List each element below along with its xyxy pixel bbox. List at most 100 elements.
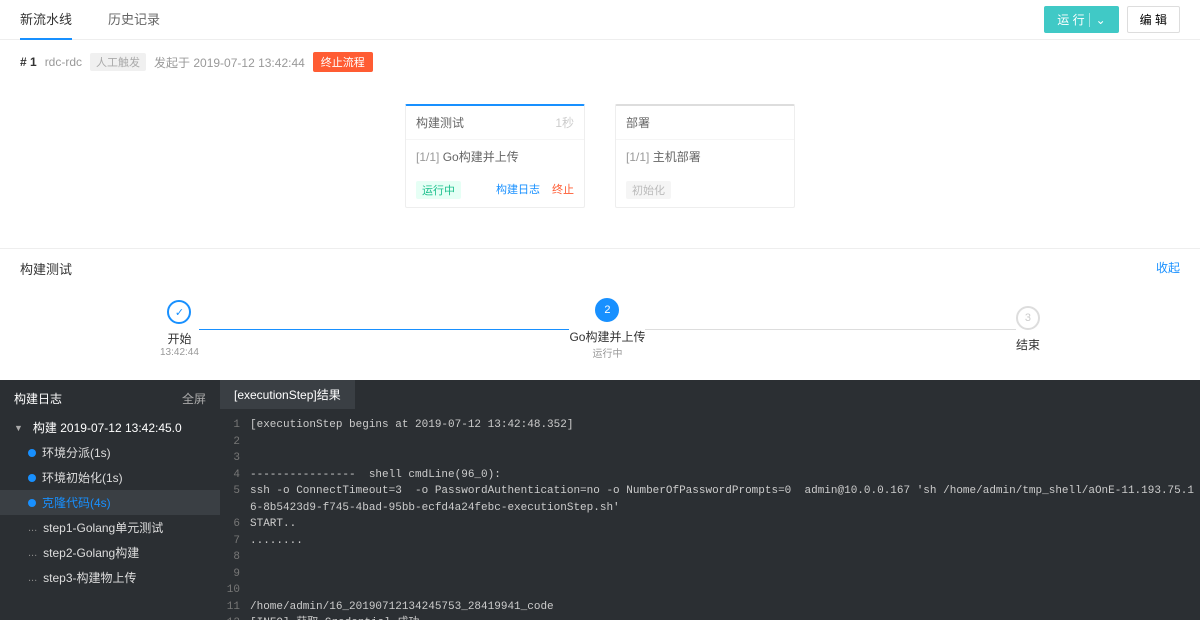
stage-row: 构建测试 1秒 [1/1] Go构建并上传 运行中 构建日志 终止 部署 [1/… bbox=[0, 84, 1200, 248]
run-started: 发起于 2019-07-12 13:42:44 bbox=[154, 54, 305, 71]
line-text bbox=[250, 582, 1200, 599]
log-body: [executionStep]结果 1[executionStep begins… bbox=[220, 380, 1200, 620]
step-start: ✓ 开始 13:42:44 bbox=[160, 300, 199, 358]
log-line: 3 bbox=[220, 450, 1200, 467]
step-circle: 3 bbox=[1016, 306, 1040, 330]
edit-button[interactable]: 编 辑 bbox=[1127, 6, 1180, 33]
task-index: [1/1] bbox=[626, 150, 649, 164]
line-text: [executionStep begins at 2019-07-12 13:4… bbox=[250, 417, 1200, 434]
chevron-down-icon: ⌄ bbox=[1089, 13, 1106, 27]
tree-item[interactable]: ... step1-Golang单元测试 bbox=[0, 515, 220, 540]
log-tree: 构建日志 全屏 构建 2019-07-12 13:42:45.0 环境分派(1s… bbox=[0, 380, 220, 620]
tree-item-label: 环境分派(1s) bbox=[42, 444, 111, 461]
line-number: 1 bbox=[220, 417, 250, 434]
line-number: 10 bbox=[220, 582, 250, 599]
section-title: 构建测试 bbox=[20, 259, 72, 278]
log-panel: 构建日志 全屏 构建 2019-07-12 13:42:45.0 环境分派(1s… bbox=[0, 380, 1200, 620]
tree-item[interactable]: ... step2-Golang构建 bbox=[0, 540, 220, 565]
status-badge: 运行中 bbox=[416, 181, 461, 199]
step-label: 开始 bbox=[167, 330, 191, 347]
step-sub: 13:42:44 bbox=[160, 347, 199, 358]
fullscreen-link[interactable]: 全屏 bbox=[182, 390, 206, 407]
tree-item-label: step1-Golang单元测试 bbox=[43, 519, 163, 536]
stage-card-deploy[interactable]: 部署 [1/1] 主机部署 初始化 bbox=[615, 104, 795, 208]
line-number: 2 bbox=[220, 434, 250, 451]
log-line: 2 bbox=[220, 434, 1200, 451]
step-label: Go构建并上传 bbox=[569, 328, 645, 345]
line-number: 5 bbox=[220, 483, 250, 516]
progress-steps: ✓ 开始 13:42:44 2 Go构建并上传 运行中 3 结束 bbox=[0, 288, 1200, 380]
status-dot-icon bbox=[28, 449, 36, 457]
tab-bar: 新流水线 历史记录 运 行 ⌄ 编 辑 bbox=[0, 0, 1200, 40]
tree-item[interactable]: ... step3-构建物上传 bbox=[0, 565, 220, 590]
line-text: [INFO] 获取 Credential 成功 bbox=[250, 615, 1200, 620]
line-number: 3 bbox=[220, 450, 250, 467]
tree-item-label: step2-Golang构建 bbox=[43, 544, 139, 561]
status-dot-icon bbox=[28, 474, 36, 482]
line-number: 7 bbox=[220, 533, 250, 550]
run-header: # 1 rdc-rdc 人工触发 发起于 2019-07-12 13:42:44… bbox=[0, 40, 1200, 84]
line-text: START.. bbox=[250, 516, 1200, 533]
task-name: Go构建并上传 bbox=[443, 150, 519, 164]
line-text bbox=[250, 434, 1200, 451]
run-button[interactable]: 运 行 ⌄ bbox=[1044, 6, 1118, 33]
log-line: 11/home/admin/16_20190712134245753_28419… bbox=[220, 599, 1200, 616]
step-connector bbox=[645, 329, 1016, 330]
tab-pipeline[interactable]: 新流水线 bbox=[20, 0, 72, 40]
stage-title: 部署 bbox=[626, 114, 650, 131]
run-user: rdc-rdc bbox=[45, 55, 82, 69]
ellipsis-icon: ... bbox=[28, 572, 37, 584]
step-sub: 运行中 bbox=[592, 345, 622, 360]
tree-item-label: 环境初始化(1s) bbox=[42, 469, 123, 486]
stage-card-build[interactable]: 构建测试 1秒 [1/1] Go构建并上传 运行中 构建日志 终止 bbox=[405, 104, 585, 208]
section-header: 构建测试 收起 bbox=[0, 248, 1200, 288]
line-number: 11 bbox=[220, 599, 250, 616]
stop-run-button[interactable]: 终止流程 bbox=[313, 52, 373, 72]
task-index: [1/1] bbox=[416, 150, 439, 164]
ellipsis-icon: ... bbox=[28, 522, 37, 534]
tree-root[interactable]: 构建 2019-07-12 13:42:45.0 bbox=[0, 415, 220, 440]
log-tab[interactable]: [executionStep]结果 bbox=[220, 380, 355, 409]
tree-item-label: 克隆代码(4s) bbox=[42, 494, 111, 511]
log-line: 4---------------- shell cmdLine(96_0): bbox=[220, 467, 1200, 484]
line-number: 6 bbox=[220, 516, 250, 533]
step-build: 2 Go构建并上传 运行中 bbox=[569, 298, 645, 360]
log-line: 7........ bbox=[220, 533, 1200, 550]
stage-title: 构建测试 bbox=[416, 114, 464, 131]
tree-item[interactable]: 克隆代码(4s) bbox=[0, 490, 220, 515]
log-tree-title: 构建日志 bbox=[14, 390, 62, 407]
ellipsis-icon: ... bbox=[28, 547, 37, 559]
status-dot-icon bbox=[28, 499, 36, 507]
line-text bbox=[250, 450, 1200, 467]
tree-item[interactable]: 环境分派(1s) bbox=[0, 440, 220, 465]
step-connector bbox=[199, 329, 570, 330]
line-text: /home/admin/16_20190712134245753_2841994… bbox=[250, 599, 1200, 616]
line-number: 4 bbox=[220, 467, 250, 484]
run-number: # 1 bbox=[20, 55, 37, 69]
log-lines[interactable]: 1[executionStep begins at 2019-07-12 13:… bbox=[220, 409, 1200, 620]
log-line: 6START.. bbox=[220, 516, 1200, 533]
step-circle: ✓ bbox=[167, 300, 191, 324]
log-line: 5ssh -o ConnectTimeout=3 -o PasswordAuth… bbox=[220, 483, 1200, 516]
line-number: 12 bbox=[220, 615, 250, 620]
trigger-tag: 人工触发 bbox=[90, 53, 146, 71]
collapse-link[interactable]: 收起 bbox=[1156, 259, 1180, 278]
stop-task-link[interactable]: 终止 bbox=[552, 181, 574, 199]
log-line: 10 bbox=[220, 582, 1200, 599]
line-number: 9 bbox=[220, 566, 250, 583]
line-text: ---------------- shell cmdLine(96_0): bbox=[250, 467, 1200, 484]
build-log-link[interactable]: 构建日志 bbox=[496, 181, 540, 199]
line-text: ssh -o ConnectTimeout=3 -o PasswordAuthe… bbox=[250, 483, 1200, 516]
step-end: 3 结束 bbox=[1016, 306, 1040, 353]
line-text bbox=[250, 566, 1200, 583]
task-name: 主机部署 bbox=[653, 150, 701, 164]
status-badge: 初始化 bbox=[626, 181, 671, 199]
step-circle: 2 bbox=[595, 298, 619, 322]
tree-item[interactable]: 环境初始化(1s) bbox=[0, 465, 220, 490]
line-number: 8 bbox=[220, 549, 250, 566]
tree-item-label: step3-构建物上传 bbox=[43, 569, 136, 586]
tab-history[interactable]: 历史记录 bbox=[108, 0, 160, 40]
log-line: 1[executionStep begins at 2019-07-12 13:… bbox=[220, 417, 1200, 434]
line-text bbox=[250, 549, 1200, 566]
log-line: 12[INFO] 获取 Credential 成功 bbox=[220, 615, 1200, 620]
